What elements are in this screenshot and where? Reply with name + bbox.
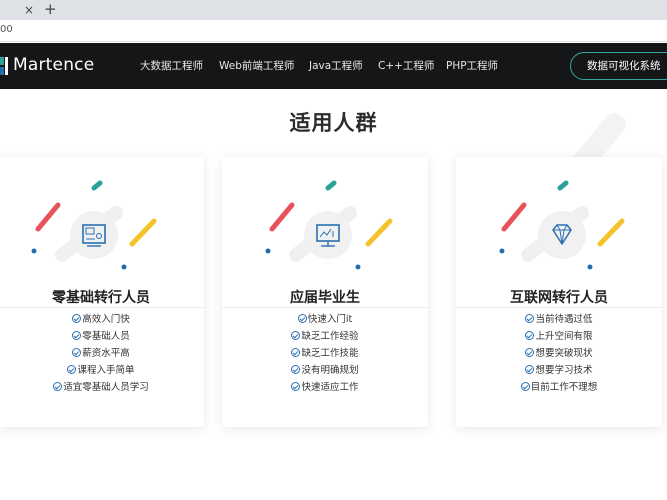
brand-name[interactable]: Martence <box>13 55 94 75</box>
audience-card-career-changer: 零基础转行人员 高效入门快 零基础人员 薪资水平高 课程入手简单 适宜零基础人员… <box>0 157 204 427</box>
audience-card-graduate: 应届毕业生 快速入门it 缺乏工作经验 缺乏工作技能 没有明确规划 快速适应工作 <box>222 157 428 427</box>
tab-close-icon[interactable]: × <box>24 2 34 18</box>
list-item: 缺乏工作经验 <box>222 328 428 345</box>
card-title: 应届毕业生 <box>290 290 360 306</box>
list-item: 零基础人员 <box>0 328 204 345</box>
list-item: 缺乏工作技能 <box>222 345 428 362</box>
check-circle-icon <box>525 348 535 357</box>
check-circle-icon <box>67 365 77 374</box>
check-circle-icon <box>72 331 82 340</box>
check-circle-icon <box>525 331 535 340</box>
nav-item-php[interactable]: PHP工程师 <box>446 58 498 73</box>
nav-item-cpp[interactable]: C++工程师 <box>378 58 434 73</box>
card-illustration <box>499 180 625 270</box>
browser-tab-strip: × + <box>0 0 667 20</box>
check-circle-icon <box>297 314 307 323</box>
list-item: 薪资水平高 <box>0 345 204 362</box>
list-item: 课程入手简单 <box>0 362 204 379</box>
list-item: 高效入门快 <box>0 311 204 328</box>
list-item: 想要学习技术 <box>456 362 662 379</box>
logo-icon[interactable] <box>0 57 8 75</box>
check-circle-icon <box>291 331 301 340</box>
nav-item-bigdata[interactable]: 大数据工程师 <box>140 58 203 73</box>
card-title: 零基础转行人员 <box>52 290 150 306</box>
check-circle-icon <box>520 382 530 391</box>
nav-item-java[interactable]: Java工程师 <box>309 58 363 73</box>
card-illustration <box>31 180 157 270</box>
check-circle-icon <box>72 314 82 323</box>
list-item: 适宜零基础人员学习 <box>0 379 204 396</box>
card-feature-list: 快速入门it 缺乏工作经验 缺乏工作技能 没有明确规划 快速适应工作 <box>222 311 428 396</box>
card-divider <box>222 307 428 308</box>
list-item: 快速入门it <box>222 311 428 328</box>
address-bar[interactable]: 00 <box>0 20 667 42</box>
check-circle-icon <box>525 365 535 374</box>
list-item: 没有明确规划 <box>222 362 428 379</box>
card-illustration <box>265 180 393 270</box>
check-circle-icon <box>53 382 63 391</box>
check-circle-icon <box>291 348 301 357</box>
card-divider <box>0 307 204 308</box>
list-item: 目前工作不理想 <box>456 379 662 396</box>
list-item: 上升空间有限 <box>456 328 662 345</box>
check-circle-icon <box>291 365 301 374</box>
data-visualization-button[interactable]: 数据可视化系统 <box>570 52 667 80</box>
card-title: 互联网转行人员 <box>510 290 608 306</box>
site-navbar: Martence 大数据工程师 Web前端工程师 Java工程师 C++工程师 … <box>0 43 667 89</box>
new-tab-icon[interactable]: + <box>44 0 57 18</box>
address-text: 00 <box>0 24 13 35</box>
section-title: 适用人群 <box>289 111 378 135</box>
card-feature-list: 当前待遇过低 上升空间有限 想要突破现状 想要学习技术 目前工作不理想 <box>456 311 662 396</box>
card-feature-list: 高效入门快 零基础人员 薪资水平高 课程入手简单 适宜零基础人员学习 <box>0 311 204 396</box>
nav-item-web-frontend[interactable]: Web前端工程师 <box>219 58 294 73</box>
list-item: 想要突破现状 <box>456 345 662 362</box>
check-circle-icon <box>525 314 535 323</box>
audience-card-internet-professional: 互联网转行人员 当前待遇过低 上升空间有限 想要突破现状 想要学习技术 目前工作… <box>456 157 662 427</box>
card-divider <box>456 307 662 308</box>
list-item: 当前待遇过低 <box>456 311 662 328</box>
list-item: 快速适应工作 <box>222 379 428 396</box>
check-circle-icon <box>291 382 301 391</box>
check-circle-icon <box>72 348 82 357</box>
